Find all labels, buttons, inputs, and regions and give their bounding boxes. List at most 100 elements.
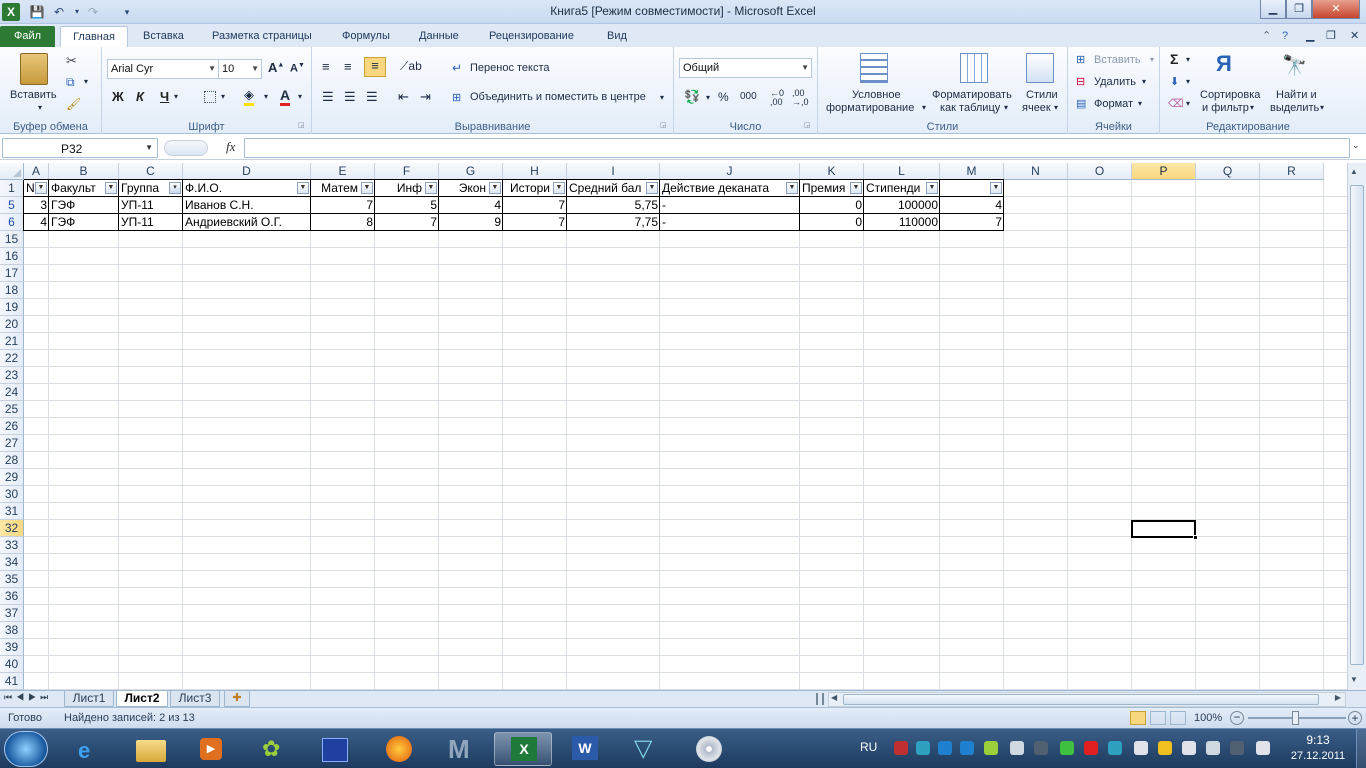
column-header[interactable]: B: [49, 163, 119, 180]
word-taskbar-icon[interactable]: W: [556, 732, 614, 766]
paste-dropdown-icon[interactable]: ▾: [38, 103, 42, 112]
excel-taskbar-icon[interactable]: X: [494, 732, 552, 766]
filter-dropdown-icon[interactable]: ▼: [105, 182, 117, 194]
increase-indent-icon[interactable]: ⇥: [420, 89, 431, 105]
conditional-formatting-label-1[interactable]: Условное: [852, 89, 901, 101]
header-cell[interactable]: [940, 180, 989, 197]
format-as-table-label-1[interactable]: Форматировать: [932, 89, 1012, 101]
row-header[interactable]: 22: [0, 350, 24, 367]
table-cell[interactable]: 8: [311, 214, 375, 231]
formula-bar-splitter[interactable]: [164, 140, 208, 156]
insert-cells-icon[interactable]: ⊞: [1076, 53, 1085, 66]
name-box-dropdown-icon[interactable]: ▼: [145, 143, 153, 152]
column-header[interactable]: R: [1260, 163, 1324, 180]
clock-time[interactable]: 9:13: [1290, 733, 1346, 747]
network-icon[interactable]: [1230, 741, 1244, 755]
row-header[interactable]: 32: [0, 520, 24, 537]
currency-dropdown-icon[interactable]: ▾: [706, 93, 710, 102]
scroll-left-icon[interactable]: ◀: [831, 693, 837, 702]
align-middle-icon[interactable]: ≡: [344, 59, 352, 74]
table-cell[interactable]: 110000: [864, 214, 940, 231]
paste-icon[interactable]: [20, 53, 48, 85]
column-header[interactable]: C: [119, 163, 183, 180]
sheet-nav-icons[interactable]: ⏮◀▶⏭: [4, 692, 52, 703]
disc-app-icon[interactable]: [680, 732, 738, 766]
page-break-view-icon[interactable]: [1170, 711, 1186, 725]
font-color-icon[interactable]: A: [280, 87, 291, 106]
find-select-label-1[interactable]: Найти и: [1276, 89, 1317, 101]
font-color-dropdown-icon[interactable]: ▾: [298, 92, 302, 101]
doc-restore-icon[interactable]: ❐: [1320, 26, 1342, 47]
table-cell[interactable]: 0: [800, 214, 864, 231]
align-center-icon[interactable]: ☰: [344, 89, 356, 105]
show-desktop-button[interactable]: [1356, 729, 1366, 768]
row-header[interactable]: 41: [0, 673, 24, 690]
row-header[interactable]: 31: [0, 503, 24, 520]
filter-dropdown-icon[interactable]: ▼: [425, 182, 437, 194]
vertical-scroll-thumb[interactable]: [1350, 185, 1364, 665]
row-header[interactable]: 25: [0, 401, 24, 418]
borders-dropdown-icon[interactable]: ▾: [221, 92, 225, 101]
conditional-formatting-label-2[interactable]: форматирование: [826, 102, 914, 114]
table-cell[interactable]: 5,75: [567, 197, 660, 214]
format-as-table-dropdown-icon[interactable]: ▾: [1004, 103, 1008, 112]
table-cell[interactable]: 7,75: [567, 214, 660, 231]
paste-button[interactable]: Вставить: [10, 89, 57, 101]
table-cell[interactable]: -: [660, 197, 800, 214]
delete-cells-dropdown-icon[interactable]: ▾: [1142, 77, 1146, 86]
fill-dropdown-icon[interactable]: ▾: [1186, 77, 1190, 86]
format-as-table-icon[interactable]: [960, 53, 988, 83]
row-header[interactable]: 20: [0, 316, 24, 333]
tab-review[interactable]: Рецензирование: [483, 26, 580, 47]
filter-dropdown-icon[interactable]: ▼: [926, 182, 938, 194]
font-size-dropdown-icon[interactable]: ▼: [251, 60, 259, 78]
row-header[interactable]: 29: [0, 469, 24, 486]
tray-icon-11[interactable]: [1158, 741, 1172, 755]
column-header[interactable]: O: [1068, 163, 1132, 180]
help-icon[interactable]: ?: [1276, 26, 1294, 47]
table-cell[interactable]: 7: [375, 214, 439, 231]
orientation-icon[interactable]: ⟋ab: [400, 59, 422, 74]
sort-filter-label-1[interactable]: Сортировка: [1200, 89, 1260, 101]
formula-input[interactable]: [244, 138, 1350, 158]
media-player-icon[interactable]: ▶: [182, 732, 240, 766]
column-header[interactable]: H: [503, 163, 567, 180]
tray-icon-2[interactable]: [916, 741, 930, 755]
doc-minimize-icon[interactable]: ▁: [1300, 26, 1320, 47]
header-cell[interactable]: Экон: [439, 180, 488, 197]
firefox-icon[interactable]: [370, 732, 428, 766]
filter-dropdown-icon[interactable]: ▼: [646, 182, 658, 194]
tray-icon-5[interactable]: [984, 741, 998, 755]
table-cell[interactable]: 7: [503, 197, 567, 214]
tab-formulas[interactable]: Формулы: [336, 26, 396, 47]
header-cell[interactable]: Средний бал: [567, 180, 645, 197]
tray-icon-9[interactable]: [1084, 741, 1098, 755]
align-right-icon[interactable]: ☰: [366, 89, 378, 105]
zoom-slider-thumb[interactable]: [1292, 711, 1299, 725]
find-select-label-2[interactable]: выделить: [1270, 102, 1319, 114]
copy-icon[interactable]: ⧉: [66, 75, 75, 90]
wrap-text-icon[interactable]: ↵: [452, 61, 462, 75]
row-header[interactable]: 23: [0, 367, 24, 384]
cell-styles-icon[interactable]: [1026, 53, 1054, 83]
row-header[interactable]: 27: [0, 435, 24, 452]
filter-dropdown-icon[interactable]: ▼: [35, 182, 47, 194]
language-indicator[interactable]: RU: [860, 740, 877, 754]
column-header[interactable]: I: [567, 163, 660, 180]
sheet-tab-3[interactable]: Лист3: [170, 691, 220, 707]
row-header[interactable]: 26: [0, 418, 24, 435]
alignment-dialog-launcher-icon[interactable]: ◲: [660, 121, 667, 129]
font-dialog-launcher-icon[interactable]: ◲: [298, 121, 305, 129]
borders-icon[interactable]: [204, 91, 216, 103]
merge-dropdown-icon[interactable]: ▾: [660, 93, 664, 102]
header-cell[interactable]: Матем: [311, 180, 360, 197]
zoom-out-icon[interactable]: −: [1230, 711, 1244, 725]
explorer-icon[interactable]: [122, 732, 180, 766]
row-header[interactable]: 33: [0, 537, 24, 554]
clear-dropdown-icon[interactable]: ▾: [1186, 99, 1190, 108]
header-cell[interactable]: Стипенди: [864, 180, 925, 197]
table-cell[interactable]: УП-11: [119, 197, 183, 214]
cell-styles-label-2[interactable]: ячеек: [1022, 102, 1051, 114]
row-header[interactable]: 28: [0, 452, 24, 469]
column-header[interactable]: L: [864, 163, 940, 180]
